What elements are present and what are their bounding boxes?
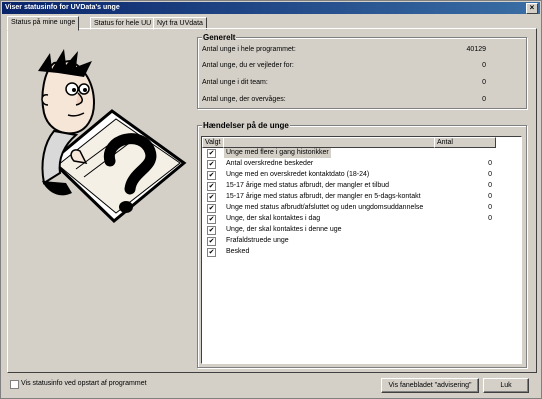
column-header-name[interactable]	[223, 137, 435, 148]
list-item[interactable]: ✔ Unge, der skal kontaktes i dag 0	[202, 214, 521, 224]
close-icon[interactable]: ×	[526, 3, 538, 14]
list-item[interactable]: ✔ 15-17 årige med status afbrudt, der ma…	[202, 192, 521, 202]
event-name: Frafaldstruede unge	[226, 237, 289, 244]
check-icon[interactable]: ✔	[207, 204, 216, 213]
check-icon[interactable]: ✔	[207, 160, 216, 169]
generelt-label: Antal unge, der overvåges:	[202, 96, 286, 103]
event-count: 0	[488, 204, 492, 211]
list-item[interactable]: ✔ Unge med flere i gang historikker	[202, 148, 521, 158]
tab-panel: Generelt Antal unge i hele programmet: 4…	[7, 28, 537, 373]
event-name: Unge, der skal kontaktes i dag	[226, 215, 321, 222]
checkbox-box[interactable]	[10, 380, 19, 389]
check-icon[interactable]: ✔	[207, 248, 216, 257]
startup-checkbox-label: Vis statusinfo ved opstart af programmet	[21, 380, 147, 387]
list-item[interactable]: ✔ Unge med en overskredet kontaktdato (1…	[202, 170, 521, 180]
generelt-row-hele-programmet: Antal unge i hele programmet: 40129	[202, 45, 522, 55]
check-icon[interactable]: ✔	[207, 237, 216, 246]
generelt-label: Antal unge i hele programmet:	[202, 46, 296, 53]
event-name: 15-17 årige med status afbrudt, der mang…	[226, 193, 421, 200]
title-bar: Viser statusinfo for UVData's unge ×	[2, 2, 540, 14]
event-name: Unge med status afbrudt/afsluttet og ude…	[226, 204, 424, 211]
column-header-antal[interactable]: Antal	[434, 137, 496, 148]
haendelser-list[interactable]: Valgt Antal ✔ Unge med flere i gang hist…	[201, 136, 522, 364]
advisering-button[interactable]: Vis fanebladet "advisering"	[381, 378, 479, 393]
generelt-row-overvaages: Antal unge, der overvåges: 0	[202, 95, 522, 105]
event-name: Besked	[226, 248, 250, 255]
list-header: Valgt Antal	[202, 137, 521, 148]
generelt-label: Antal unge, du er vejleder for:	[202, 62, 294, 69]
generelt-value: 0	[482, 79, 486, 86]
event-name: Antal overskredne beskeder	[226, 160, 314, 167]
haendelser-title: Hændelser på de unge	[202, 121, 290, 130]
check-icon[interactable]: ✔	[207, 182, 216, 191]
generelt-value: 40129	[466, 46, 486, 53]
event-name: Unge med en overskredet kontaktdato (18-…	[226, 171, 370, 178]
event-name: Unge, der skal kontaktes i denne uge	[226, 226, 342, 233]
check-icon[interactable]: ✔	[207, 193, 216, 202]
check-icon[interactable]: ✔	[207, 171, 216, 180]
list-item[interactable]: ✔ 15-17 årige med status afbrudt, der ma…	[202, 181, 521, 191]
generelt-label: Antal unge i dit team:	[202, 79, 268, 86]
man-head-icon	[38, 49, 96, 135]
close-button[interactable]: Luk	[483, 378, 529, 393]
event-name: Unge med flere i gang historikker	[224, 148, 331, 158]
list-item[interactable]: ✔ Unge, der skal kontaktes i denne uge	[202, 225, 521, 235]
haendelser-group: Hændelser på de unge Valgt Antal ✔ Unge …	[197, 121, 527, 368]
event-count: 0	[488, 171, 492, 178]
event-count: 0	[488, 182, 492, 189]
thinking-man-illustration	[38, 49, 187, 224]
generelt-group: Generelt Antal unge i hele programmet: 4…	[197, 33, 527, 109]
list-item[interactable]: ✔ Frafaldstruede unge	[202, 236, 521, 246]
window-title: Viser statusinfo for UVData's unge	[5, 4, 120, 11]
generelt-title: Generelt	[202, 33, 237, 42]
check-icon[interactable]: ✔	[207, 149, 216, 158]
event-count: 0	[488, 215, 492, 222]
list-item[interactable]: ✔ Besked	[202, 247, 521, 257]
check-icon[interactable]: ✔	[207, 226, 216, 235]
generelt-value: 0	[482, 62, 486, 69]
status-dialog: Viser statusinfo for UVData's unge × Sta…	[0, 0, 542, 399]
event-count: 0	[488, 160, 492, 167]
event-name: 15-17 årige med status afbrudt, der mang…	[226, 182, 390, 189]
event-count: 0	[488, 193, 492, 200]
generelt-value: 0	[482, 96, 486, 103]
generelt-row-vejleder: Antal unge, du er vejleder for: 0	[202, 61, 522, 71]
column-header-valgt[interactable]: Valgt	[202, 137, 224, 148]
tab-status-mine-unge[interactable]: Status på mine unge	[7, 16, 80, 31]
list-item[interactable]: ✔ Unge med status afbrudt/afsluttet og u…	[202, 203, 521, 213]
generelt-row-team: Antal unge i dit team: 0	[202, 78, 522, 88]
list-item[interactable]: ✔ Antal overskredne beskeder 0	[202, 159, 521, 169]
check-icon[interactable]: ✔	[207, 215, 216, 224]
